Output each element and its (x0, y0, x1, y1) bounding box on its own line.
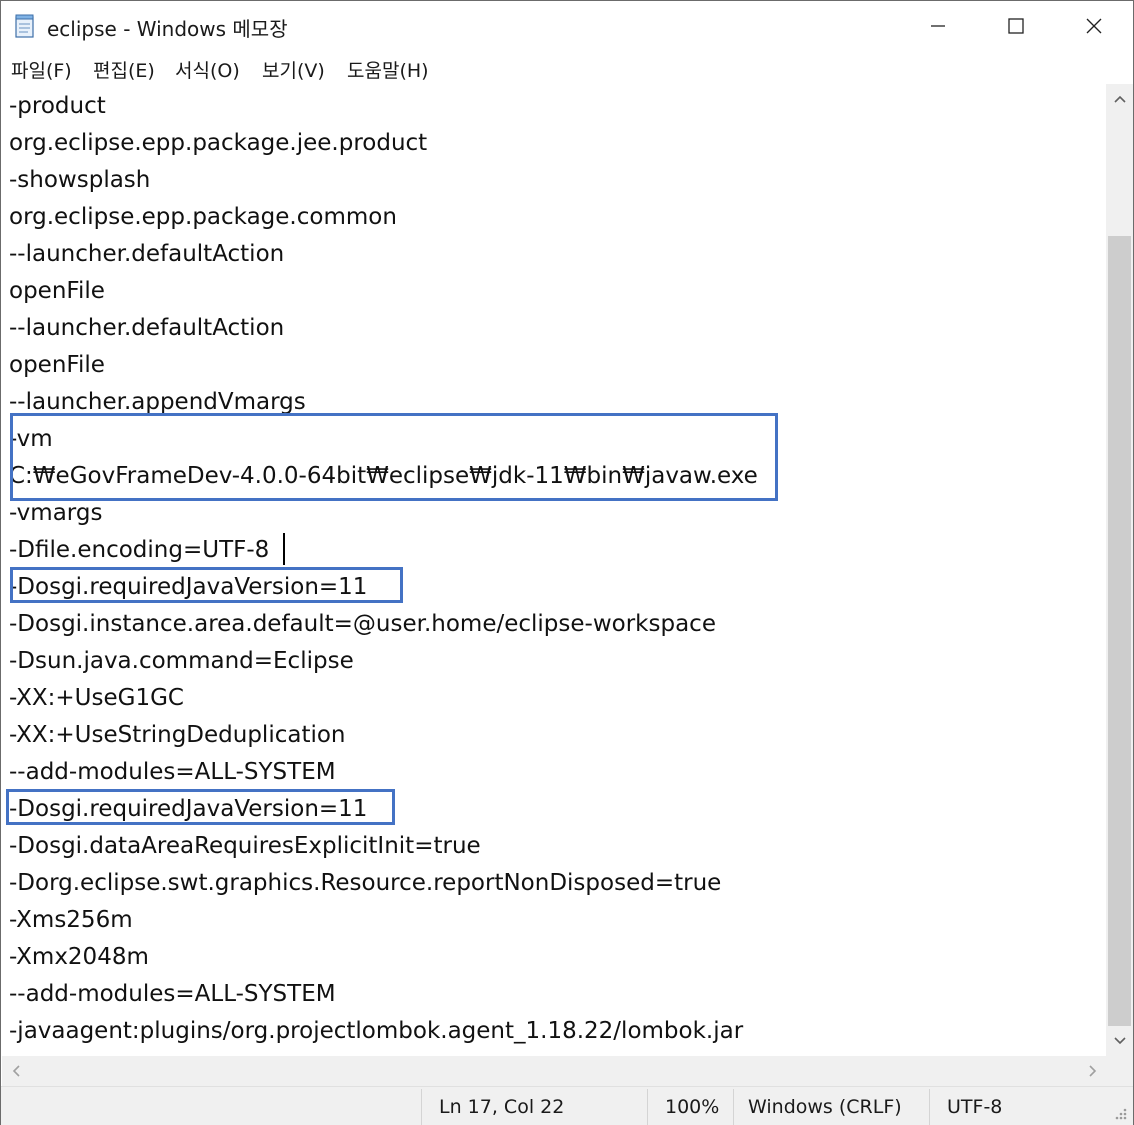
vertical-scroll-thumb[interactable] (1108, 236, 1131, 1026)
status-bar: Ln 17, Col 22 100% Windows (CRLF) UTF-8 (1, 1086, 1133, 1125)
text-editor[interactable]: -product org.eclipse.epp.package.jee.pro… (2, 86, 1106, 1056)
resize-grip-icon[interactable] (1109, 1102, 1129, 1122)
vertical-scrollbar[interactable] (1106, 84, 1133, 1056)
text-line[interactable]: --add-modules=ALL-SYSTEM (9, 754, 336, 791)
scroll-down-button[interactable] (1106, 1026, 1133, 1056)
chevron-up-icon (1113, 95, 1126, 103)
status-divider (421, 1089, 422, 1125)
notepad-icon (15, 14, 34, 38)
text-line[interactable]: -XX:+UseStringDeduplication (9, 717, 346, 754)
menu-edit[interactable]: 편집(E) (93, 56, 155, 83)
close-button[interactable] (1055, 1, 1133, 51)
text-line[interactable]: -product (9, 88, 106, 125)
scrollbar-corner (1106, 1056, 1133, 1086)
text-line[interactable]: -Dfile.encoding=UTF-8 (9, 532, 269, 569)
text-line[interactable]: org.eclipse.epp.package.jee.product (9, 125, 427, 162)
text-line[interactable]: org.eclipse.epp.package.common (9, 199, 397, 236)
status-divider (647, 1089, 648, 1125)
zoom-level: 100% (665, 1096, 720, 1118)
text-line[interactable]: -Xms256m (9, 902, 133, 939)
text-line[interactable]: -Dorg.eclipse.swt.graphics.Resource.repo… (9, 865, 721, 902)
cursor-position: Ln 17, Col 22 (439, 1096, 565, 1118)
text-line[interactable]: C:₩eGovFrameDev-4.0.0-64bit₩eclipse₩jdk-… (9, 458, 758, 495)
maximize-button[interactable] (977, 1, 1055, 51)
text-line[interactable]: --add-modules=ALL-SYSTEM (9, 976, 336, 1013)
window-title: eclipse - Windows 메모장 (47, 17, 288, 41)
status-divider (733, 1089, 734, 1125)
text-line[interactable]: openFile (9, 273, 105, 310)
horizontal-scrollbar[interactable] (2, 1056, 1106, 1086)
chevron-left-icon (12, 1065, 20, 1077)
menu-view[interactable]: 보기(V) (262, 56, 325, 83)
text-caret (283, 533, 285, 565)
scroll-left-button[interactable] (2, 1056, 29, 1086)
text-line[interactable]: -Xmx2048m (9, 939, 149, 976)
text-line[interactable]: -Dosgi.instance.area.default=@user.home/… (9, 606, 716, 643)
notepad-window: eclipse - Windows 메모장 파일(F) 편집(E) 서식(O) … (0, 0, 1134, 1125)
close-icon (1086, 18, 1102, 34)
minimize-icon (931, 25, 945, 27)
text-line[interactable]: --launcher.defaultAction (9, 310, 284, 347)
text-line[interactable]: -Dosgi.requiredJavaVersion=11 (9, 569, 367, 606)
text-line[interactable]: -Dsun.java.command=Eclipse (9, 643, 354, 680)
menu-file[interactable]: 파일(F) (11, 56, 72, 83)
minimize-button[interactable] (899, 1, 977, 51)
scroll-up-button[interactable] (1106, 84, 1133, 114)
text-line[interactable]: openFile (9, 347, 105, 384)
text-line[interactable]: -XX:+UseG1GC (9, 680, 184, 717)
menu-bar: 파일(F) 편집(E) 서식(O) 보기(V) 도움말(H) (1, 51, 1133, 83)
text-line[interactable]: -showsplash (9, 162, 150, 199)
menu-format[interactable]: 서식(O) (175, 56, 240, 83)
maximize-icon (1008, 18, 1024, 34)
text-line[interactable]: --launcher.appendVmargs (9, 384, 306, 421)
chevron-down-icon (1113, 1037, 1126, 1045)
line-ending: Windows (CRLF) (748, 1096, 902, 1118)
text-line[interactable]: -vmargs (9, 495, 102, 532)
status-divider (929, 1089, 930, 1125)
scroll-right-button[interactable] (1079, 1056, 1106, 1086)
text-line[interactable]: --launcher.defaultAction (9, 236, 284, 273)
menu-help[interactable]: 도움말(H) (347, 56, 429, 83)
encoding: UTF-8 (947, 1096, 1003, 1118)
title-bar[interactable]: eclipse - Windows 메모장 (1, 1, 1133, 51)
text-line[interactable]: -vm (9, 421, 53, 458)
text-line[interactable]: -javaagent:plugins/org.projectlombok.age… (9, 1013, 743, 1050)
chevron-right-icon (1088, 1065, 1096, 1077)
text-line[interactable]: -Dosgi.dataAreaRequiresExplicitInit=true (9, 828, 481, 865)
text-line[interactable]: -Dosgi.requiredJavaVersion=11 (9, 791, 367, 828)
